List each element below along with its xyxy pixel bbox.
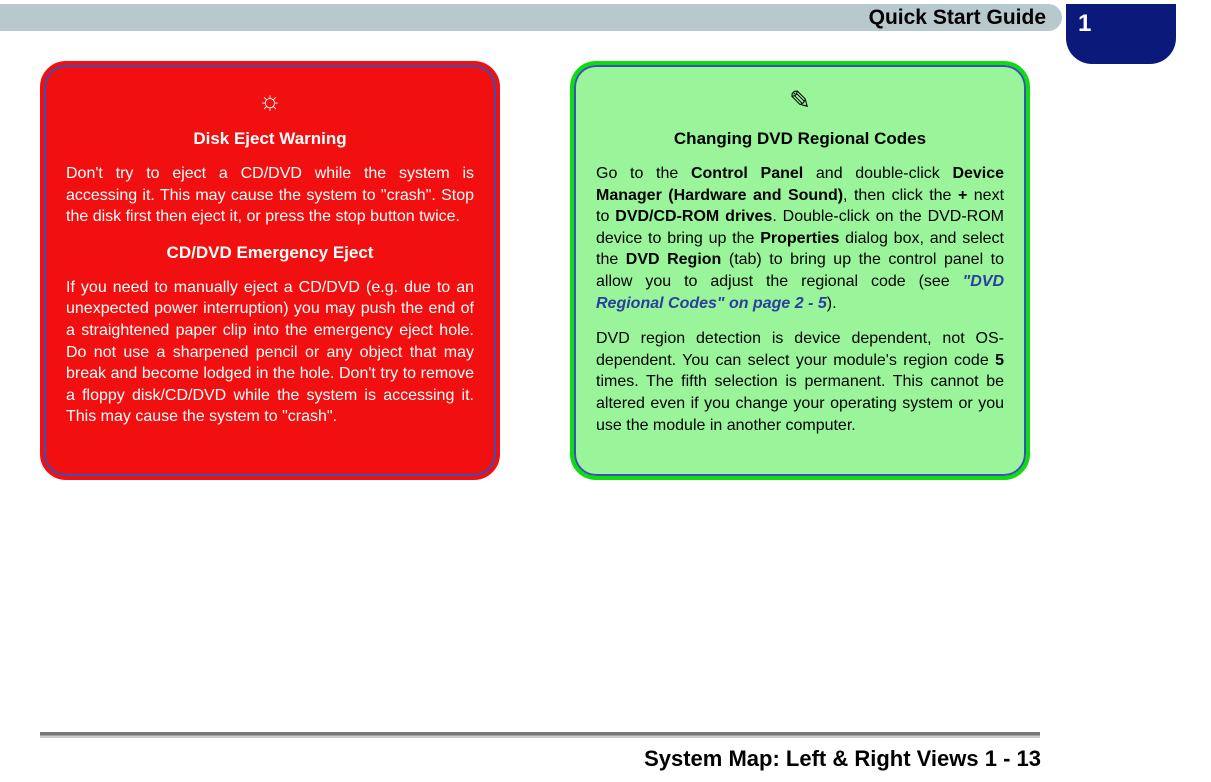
text-bold: DVD Region	[626, 251, 722, 268]
warning-para-1: Don't try to eject a CD/DVD while the sy…	[66, 163, 474, 228]
header-bar: Quick Start Guide	[0, 4, 1062, 31]
note-para-1: Go to the Control Panel and double-click…	[596, 163, 1004, 314]
note-para-2: DVD region detection is device dependent…	[596, 328, 1004, 436]
warning-box: ☼ Disk Eject Warning Don't try to eject …	[40, 61, 500, 480]
warning-title-2: CD/DVD Emergency Eject	[66, 242, 474, 265]
text-bold: +	[958, 187, 967, 204]
warning-icon: ☼	[66, 83, 474, 118]
note-icon: ✎	[596, 83, 1004, 118]
header-title: Quick Start Guide	[869, 6, 1046, 30]
text-bold: Properties	[760, 230, 839, 247]
content-area: ☼ Disk Eject Warning Don't try to eject …	[0, 31, 1211, 480]
text: ).	[827, 295, 837, 312]
warning-title-1: Disk Eject Warning	[66, 128, 474, 151]
chapter-number: 1	[1078, 10, 1091, 38]
text-bold: 5	[995, 352, 1004, 369]
text: , then click the	[843, 187, 958, 204]
warning-para-2: If you need to manually eject a CD/DVD (…	[66, 277, 474, 428]
text: and double-click	[803, 165, 952, 182]
chapter-tab: 1	[1066, 4, 1176, 64]
text: Go to the	[596, 165, 691, 182]
text: DVD region detection is device dependent…	[596, 330, 1004, 369]
footer-text: System Map: Left & Right Views 1 - 13	[0, 738, 1211, 772]
text-bold: Control Panel	[691, 165, 803, 182]
note-box: ✎ Changing DVD Regional Codes Go to the …	[570, 61, 1030, 480]
note-title: Changing DVD Regional Codes	[596, 128, 1004, 151]
text-bold: DVD/CD-ROM drives	[615, 208, 772, 225]
footer: System Map: Left & Right Views 1 - 13	[0, 732, 1211, 772]
text: times. The fifth selection is permanent.…	[596, 373, 1004, 433]
